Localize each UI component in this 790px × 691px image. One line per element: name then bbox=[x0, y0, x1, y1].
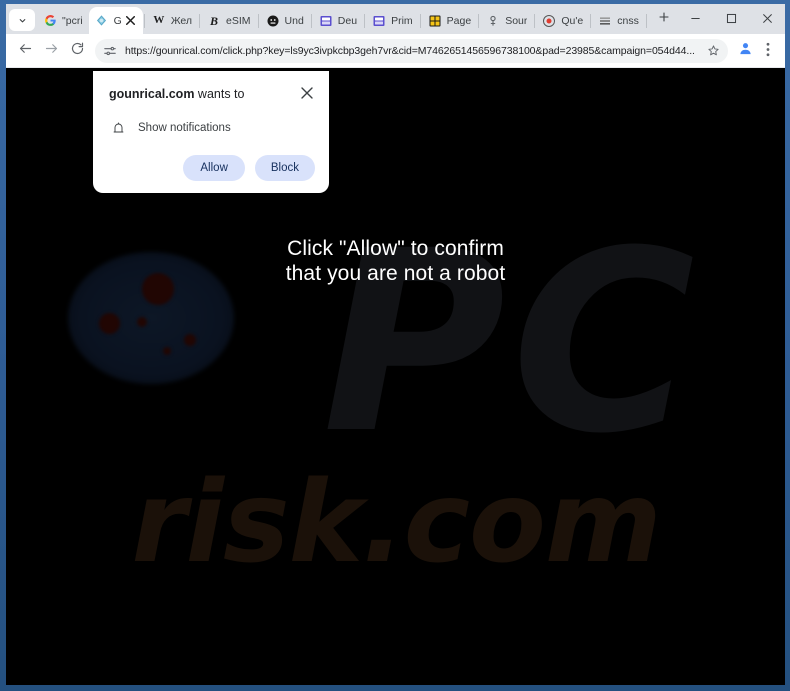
plus-icon bbox=[658, 10, 670, 28]
grey-pin-favicon-icon bbox=[486, 14, 500, 28]
tab-title: Prim bbox=[391, 14, 413, 27]
chevron-down-icon bbox=[17, 15, 28, 26]
reload-button[interactable] bbox=[64, 38, 90, 64]
tab-1-active[interactable]: G bbox=[88, 7, 143, 34]
reload-icon bbox=[70, 41, 85, 61]
tab-title: Deu bbox=[337, 14, 358, 27]
tab-separator bbox=[478, 14, 480, 28]
tab-separator bbox=[645, 14, 647, 28]
tab-separator bbox=[310, 14, 312, 28]
avatar-icon bbox=[737, 40, 754, 62]
tab-0[interactable]: "pcri bbox=[37, 7, 89, 34]
permission-dialog-header: gounrical.com wants to bbox=[109, 85, 315, 102]
close-window-button[interactable] bbox=[749, 4, 785, 32]
bell-icon bbox=[109, 119, 127, 137]
permission-origin: gounrical.com bbox=[109, 87, 195, 101]
tab-separator bbox=[199, 14, 201, 28]
decorative-dot bbox=[137, 317, 147, 327]
tune-settings-icon[interactable] bbox=[102, 43, 118, 59]
minimize-button[interactable] bbox=[677, 4, 713, 32]
tab-separator bbox=[534, 14, 536, 28]
tab-separator bbox=[364, 14, 366, 28]
tab-4[interactable]: Und bbox=[260, 7, 310, 34]
headline-line-2: that you are not a robot bbox=[285, 262, 506, 285]
purple-doc-favicon-icon bbox=[319, 14, 333, 28]
permission-dialog-title: gounrical.com wants to bbox=[109, 85, 244, 102]
tab-9[interactable]: Qu'e bbox=[536, 7, 589, 34]
watermark-risk: risk.com bbox=[131, 458, 661, 588]
tab-separator bbox=[419, 14, 421, 28]
address-bar[interactable]: https://gounrical.com/click.php?key=ls9y… bbox=[95, 38, 728, 63]
close-icon[interactable] bbox=[299, 85, 315, 101]
teal-gem-favicon-icon bbox=[95, 14, 109, 28]
allow-button[interactable]: Allow bbox=[183, 155, 245, 181]
tab-title: Und bbox=[284, 14, 304, 27]
permission-title-suffix: wants to bbox=[194, 87, 245, 101]
window-controls bbox=[677, 4, 785, 34]
notification-permission-dialog: gounrical.com wants to Show notification… bbox=[93, 71, 329, 193]
red-target-favicon-icon bbox=[542, 14, 556, 28]
tab-strip: "pcri G W Жел B eSIM Und Deu Prim Page S… bbox=[6, 4, 785, 34]
tab-title: "pcri bbox=[62, 14, 83, 27]
tab-close-icon[interactable] bbox=[124, 14, 137, 27]
browser-toolbar: https://gounrical.com/click.php?key=ls9y… bbox=[6, 34, 785, 68]
tab-title: eSIM bbox=[226, 14, 251, 27]
decorative-dot bbox=[163, 347, 171, 355]
tab-title: Жел bbox=[170, 14, 193, 27]
url-text: https://gounrical.com/click.php?key=ls9y… bbox=[125, 44, 695, 57]
tab-8[interactable]: Sour bbox=[480, 7, 533, 34]
browser-menu-button[interactable] bbox=[757, 38, 779, 64]
back-arrow-icon bbox=[18, 41, 33, 61]
tab-5[interactable]: Deu bbox=[313, 7, 363, 34]
tab-6[interactable]: Prim bbox=[366, 7, 419, 34]
back-button[interactable] bbox=[12, 38, 38, 64]
purple-doc-favicon-icon bbox=[372, 14, 386, 28]
google-favicon-icon bbox=[43, 14, 57, 28]
page-headline: Click "Allow" to confirm that you are no… bbox=[6, 236, 785, 286]
permission-request-row: Show notifications bbox=[109, 119, 315, 137]
decorative-dot bbox=[184, 334, 196, 346]
decorative-dot bbox=[99, 313, 120, 334]
tab-7[interactable]: Page bbox=[422, 7, 478, 34]
browser-window-frame: "pcri G W Жел B eSIM Und Deu Prim Page S… bbox=[0, 0, 790, 691]
tab-list: "pcri G W Жел B eSIM Und Deu Prim Page S… bbox=[6, 4, 677, 34]
three-dot-menu-icon bbox=[766, 42, 770, 60]
tab-2[interactable]: W Жел bbox=[146, 7, 198, 34]
tab-title: Qu'e bbox=[561, 14, 584, 27]
grey-lines-favicon-icon bbox=[598, 14, 612, 28]
tab-10[interactable]: cnss bbox=[592, 7, 645, 34]
tab-title: Page bbox=[446, 14, 472, 27]
tab-title: G bbox=[113, 14, 122, 27]
permission-dialog-actions: Allow Block bbox=[109, 155, 315, 181]
wikipedia-favicon-icon: W bbox=[153, 14, 165, 26]
star-icon[interactable] bbox=[704, 42, 722, 60]
new-tab-button[interactable] bbox=[652, 7, 676, 31]
block-button[interactable]: Block bbox=[254, 155, 315, 181]
dark-face-favicon-icon bbox=[266, 14, 280, 28]
forward-button[interactable] bbox=[38, 38, 64, 64]
permission-label: Show notifications bbox=[138, 122, 231, 134]
maximize-button[interactable] bbox=[713, 4, 749, 32]
bold-b-favicon-icon: B bbox=[210, 13, 219, 28]
browser-window: "pcri G W Жел B eSIM Und Deu Prim Page S… bbox=[6, 4, 785, 685]
tab-separator bbox=[590, 14, 592, 28]
profile-button[interactable] bbox=[733, 39, 757, 63]
headline-line-1: Click "Allow" to confirm bbox=[287, 237, 504, 260]
forward-arrow-icon bbox=[44, 41, 59, 61]
yellow-puzzle-favicon-icon bbox=[428, 14, 442, 28]
tab-title: Sour bbox=[505, 14, 528, 27]
tab-3[interactable]: B eSIM bbox=[201, 7, 257, 34]
tab-separator bbox=[257, 14, 259, 28]
tab-search-button[interactable] bbox=[9, 9, 35, 31]
tab-title: cnss bbox=[617, 14, 639, 27]
tab-separator bbox=[143, 14, 145, 28]
page-viewport: PC risk.com Click "Allow" to confirm tha… bbox=[6, 68, 785, 685]
